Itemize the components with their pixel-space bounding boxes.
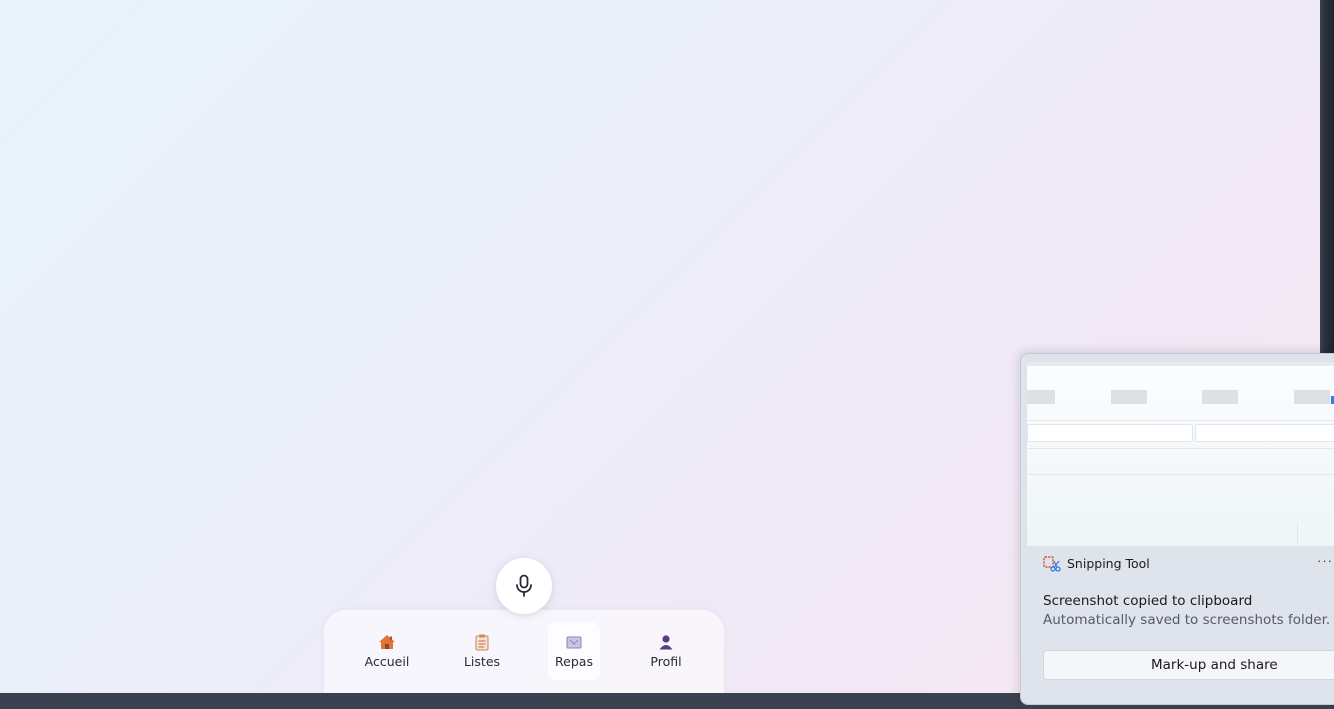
plate-icon — [566, 632, 582, 652]
snipping-tool-notification[interactable]: Snipping Tool ··· Screenshot copied to c… — [1020, 353, 1334, 705]
nav-item-listes[interactable]: Listes — [456, 622, 508, 680]
nav-item-accueil[interactable]: Accueil — [361, 622, 413, 680]
clipboard-icon — [475, 632, 489, 652]
microphone-icon — [516, 574, 532, 597]
nav-label-accueil: Accueil — [364, 654, 410, 669]
screenshot-preview-thumbnail[interactable] — [1027, 362, 1334, 546]
nav-item-repas[interactable]: Repas — [548, 622, 600, 680]
nav-label-profil: Profil — [650, 654, 682, 669]
markup-and-share-button[interactable]: Mark-up and share — [1043, 650, 1334, 680]
bottom-navigation: Accueil Listes Repas Profil — [324, 610, 724, 693]
notification-subtitle: Automatically saved to screenshots folde… — [1043, 612, 1331, 628]
nav-label-repas: Repas — [555, 654, 593, 669]
person-icon — [658, 632, 674, 652]
more-options-button[interactable]: ··· — [1317, 553, 1333, 568]
nav-item-profil[interactable]: Profil — [640, 622, 692, 680]
snipping-tool-icon — [1043, 556, 1061, 572]
house-icon — [378, 632, 396, 652]
notification-app-name: Snipping Tool — [1067, 556, 1150, 571]
microphone-button[interactable] — [496, 558, 552, 614]
notification-title: Screenshot copied to clipboard — [1043, 593, 1253, 609]
nav-label-listes: Listes — [463, 654, 501, 669]
